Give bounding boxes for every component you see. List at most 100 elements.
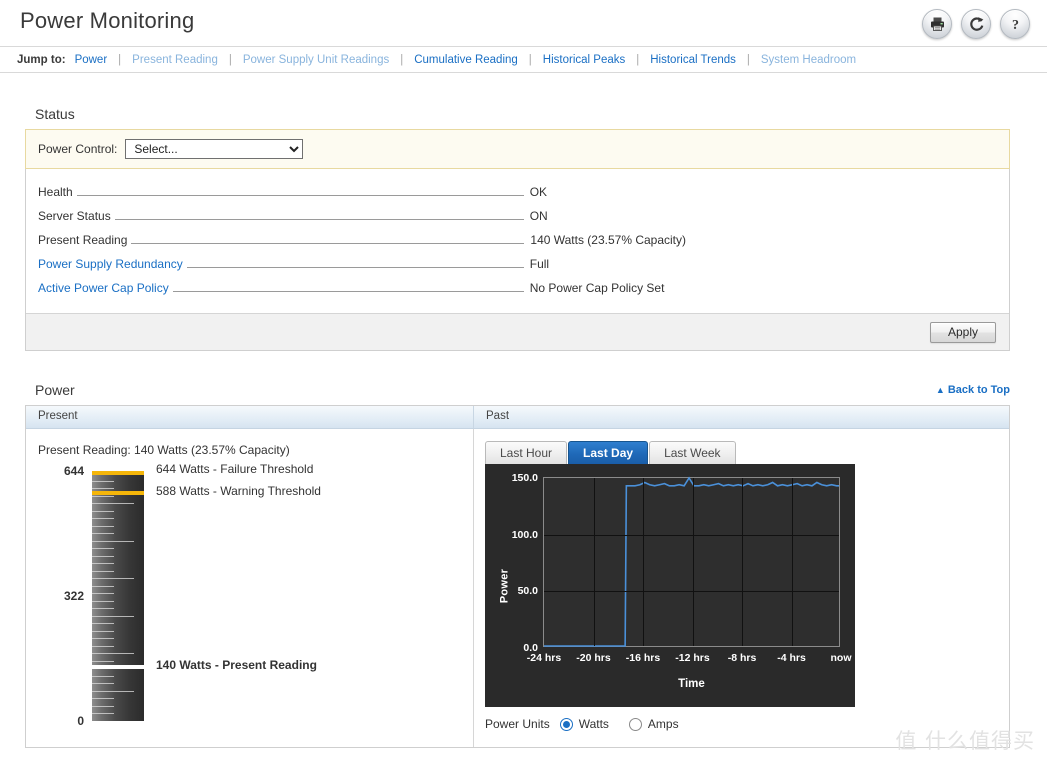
jump-link-historical-trends[interactable]: Historical Trends (650, 54, 736, 66)
jump-separator: | (528, 53, 532, 66)
jump-separator: | (636, 53, 640, 66)
power-heading: Power (35, 382, 75, 398)
gauge-tick (92, 496, 114, 497)
apply-button[interactable]: Apply (930, 321, 996, 343)
jump-link-power-supply-unit-readings[interactable]: Power Supply Unit Readings (243, 54, 389, 66)
power-unit-label: Watts (578, 717, 609, 731)
chart-x-tick: -12 hrs (675, 652, 710, 664)
gauge-marker-threshold (92, 471, 144, 475)
status-row-leader (186, 267, 524, 268)
gauge-marker-label: 588 Watts - Warning Threshold (156, 483, 321, 498)
back-to-top-link[interactable]: ▲ Back to Top (936, 384, 1010, 396)
gauge-tick (92, 631, 114, 632)
print-icon[interactable] (922, 9, 952, 39)
status-row-label: Server Status (38, 209, 111, 223)
status-row-label[interactable]: Active Power Cap Policy (38, 281, 169, 295)
radio-button[interactable] (628, 717, 642, 731)
chart-gridline-h (544, 534, 839, 536)
chart-x-tick: -16 hrs (625, 652, 661, 664)
power-unit-option-amps[interactable]: Amps (628, 717, 679, 731)
gauge-tick (92, 571, 114, 572)
jump-link-cumulative-reading[interactable]: Cumulative Reading (414, 54, 518, 66)
gauge-scale-label: 0 (77, 714, 84, 728)
jump-link-historical-peaks[interactable]: Historical Peaks (543, 54, 625, 66)
gauge-tick (92, 541, 134, 542)
status-row-value: Full (529, 257, 550, 271)
page-title: Power Monitoring (20, 8, 195, 33)
gauge-marker-label: 140 Watts - Present Reading (156, 657, 317, 672)
page-header: Power Monitoring ? (0, 0, 1047, 46)
help-icon[interactable]: ? (1000, 9, 1030, 39)
present-reading-text: Present Reading: 140 Watts (23.57% Capac… (38, 443, 290, 457)
status-section: Status Power Control: Select... Health OK… (25, 106, 1010, 351)
gauge-tick (92, 481, 114, 482)
gauge-tick (92, 676, 114, 677)
chart-tab-last-day[interactable]: Last Day (568, 441, 649, 464)
gauge-tick (92, 518, 114, 519)
chart-gridline-v (791, 478, 793, 646)
gauge-tick (92, 653, 134, 654)
jump-separator: | (400, 53, 404, 66)
power-history-chart: Power 0.0 50.0 100.0 150.0 -24 hrs -20 hrs -16… (485, 464, 855, 707)
status-row-label: Present Reading (38, 233, 128, 247)
power-panel: Present Past Present Reading: 140 Watts … (25, 405, 1010, 748)
gauge-tick (92, 608, 114, 609)
gauge-tick (92, 646, 114, 647)
chart-x-axis-label: Time (678, 678, 705, 690)
chart-series-line (544, 478, 839, 646)
gauge-scale-label: 644 (63, 464, 84, 478)
power-unit-label: Amps (647, 717, 679, 731)
gauge-tick (92, 503, 134, 504)
status-row-value: OK (529, 185, 548, 199)
gauge-tick (92, 511, 114, 512)
status-row-leader (76, 195, 524, 196)
gauge-tick (92, 548, 114, 549)
power-control-label: Power Control: (38, 142, 118, 156)
gauge-tick (92, 713, 114, 714)
power-control-select[interactable]: Select... (125, 139, 304, 159)
power-units-options: Watts Amps (559, 717, 699, 731)
power-control-row: Power Control: Select... (25, 129, 1010, 169)
status-row: Server Status ON (38, 209, 997, 233)
chart-tab-last-hour[interactable]: Last Hour (485, 441, 568, 464)
chart-tab-last-week[interactable]: Last Week (649, 441, 736, 464)
refresh-icon[interactable] (961, 9, 991, 39)
status-panel-footer: Apply (26, 313, 1009, 350)
status-row: Power Supply Redundancy Full (38, 257, 997, 281)
status-row: Present Reading 140 Watts (23.57% Capacit… (38, 233, 997, 257)
jump-separator: | (228, 53, 232, 66)
gauge-tick (92, 601, 114, 602)
gauge-marker-threshold (92, 490, 144, 495)
gauge-tick (92, 638, 114, 639)
chart-gridline-h (544, 591, 839, 593)
chart-x-tick: -24 hrs (526, 652, 562, 664)
gauge-tick (92, 691, 134, 692)
chart-y-tick: 150.0 (511, 472, 538, 484)
chart-range-tabs: Last Hour Last Day Last Week (485, 441, 1009, 464)
chart-y-axis-label: Power (498, 568, 511, 603)
status-row-value: 140 Watts (23.57% Capacity) (530, 233, 687, 247)
gauge-tick (92, 526, 114, 527)
radio-button[interactable] (559, 717, 573, 731)
status-heading: Status (35, 106, 75, 122)
past-column: Last Hour Last Day Last Week Power 0.0 50.0… (474, 429, 1009, 747)
header-icon-group: ? (922, 9, 1030, 39)
jump-link-present-reading[interactable]: Present Reading (132, 54, 218, 66)
chart-y-tick: 50.0 (517, 585, 538, 598)
gauge-tick (92, 706, 114, 707)
status-row-value: No Power Cap Policy Set (529, 281, 665, 295)
power-gauge: 644 322 0 644 Watts - Failure Threshold 588 … (38, 462, 473, 728)
chart-gridline-v (593, 478, 595, 646)
gauge-marker-present (92, 664, 144, 669)
jump-link-power[interactable]: Power (75, 54, 108, 66)
power-units-label: Power Units (485, 717, 550, 731)
column-header-past: Past (486, 410, 510, 422)
jump-link-system-headroom[interactable]: System Headroom (761, 54, 856, 66)
chart-x-tick: -4 hrs (777, 652, 806, 664)
gauge-tick (92, 616, 134, 617)
status-row: Active Power Cap Policy No Power Cap Poli… (38, 281, 997, 305)
status-row-label[interactable]: Power Supply Redundancy (38, 257, 183, 271)
column-header-present: Present (26, 406, 474, 428)
power-unit-option-watts[interactable]: Watts (559, 717, 609, 731)
chart-gridline-v (742, 478, 743, 646)
